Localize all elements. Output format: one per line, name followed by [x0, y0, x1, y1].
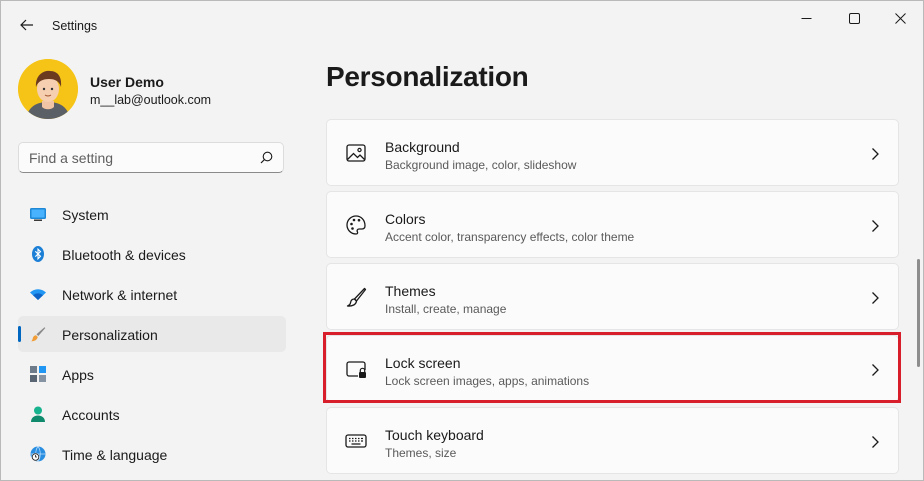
search-icon[interactable]: [260, 151, 273, 164]
lock-screen-card[interactable]: Lock screen Lock screen images, apps, an…: [326, 335, 899, 402]
themes-card[interactable]: Themes Install, create, manage: [326, 263, 899, 330]
back-button[interactable]: [15, 13, 39, 37]
card-title: Themes: [385, 283, 436, 299]
sidebar-item-system[interactable]: System: [18, 196, 286, 232]
sidebar-item-time-language[interactable]: Time & language: [18, 436, 286, 472]
sidebar-item-label: Network & internet: [62, 287, 178, 303]
apps-icon: [30, 366, 46, 382]
card-subtitle: Themes, size: [385, 446, 457, 460]
scrollbar[interactable]: [917, 259, 920, 367]
sidebar-item-network-internet[interactable]: Network & internet: [18, 276, 286, 312]
monitor-icon: [30, 208, 46, 221]
user-email: m__lab@outlook.com: [90, 93, 212, 107]
avatar[interactable]: [18, 59, 78, 119]
close-icon: [894, 12, 906, 24]
card-title: Background: [385, 139, 460, 155]
sidebar-item-personalization[interactable]: Personalization: [18, 316, 286, 352]
bluetooth-icon: [32, 246, 44, 262]
brush-icon: [346, 287, 367, 307]
card-subtitle: Install, create, manage: [385, 302, 507, 316]
card-subtitle: Background image, color, slideshow: [385, 158, 577, 172]
sidebar-item-label: System: [62, 207, 109, 223]
background-card[interactable]: Background Background image, color, slid…: [326, 119, 899, 186]
user-avatar-icon: [18, 59, 78, 119]
settings-window: Settings User Demo m__lab@outlook.com Sy…: [0, 0, 924, 481]
sidebar-item-label: Bluetooth & devices: [62, 247, 186, 263]
chevron-right-icon: [872, 436, 879, 448]
picture-icon: [346, 144, 366, 162]
user-name: User Demo: [90, 74, 164, 90]
chevron-right-icon: [872, 220, 879, 232]
paintbrush-icon: [31, 327, 46, 342]
card-title: Colors: [385, 211, 426, 227]
card-title: Lock screen: [385, 355, 461, 371]
sidebar-nav: System Bluetooth & devices Network & int…: [18, 196, 286, 476]
chevron-right-icon: [872, 148, 879, 160]
card-title: Touch keyboard: [385, 427, 484, 443]
search-box[interactable]: [18, 142, 284, 173]
close-button[interactable]: [877, 1, 923, 35]
sidebar-item-bluetooth-devices[interactable]: Bluetooth & devices: [18, 236, 286, 272]
maximize-button[interactable]: [831, 1, 877, 35]
colors-card[interactable]: Colors Accent color, transparency effect…: [326, 191, 899, 258]
sidebar-item-label: Personalization: [62, 327, 158, 343]
wifi-icon: [30, 289, 46, 300]
app-title: Settings: [52, 19, 98, 33]
minimize-icon: [801, 17, 811, 19]
globe-clock-icon: [30, 446, 46, 462]
palette-icon: [346, 215, 366, 235]
minimize-button[interactable]: [783, 1, 829, 35]
chevron-right-icon: [872, 364, 879, 376]
maximize-icon: [848, 12, 860, 24]
keyboard-icon: [345, 434, 367, 448]
sidebar-item-apps[interactable]: Apps: [18, 356, 286, 392]
sidebar-item-accounts[interactable]: Accounts: [18, 396, 286, 432]
search-input[interactable]: [19, 143, 259, 172]
chevron-right-icon: [872, 292, 879, 304]
sidebar-item-label: Time & language: [62, 447, 168, 463]
person-icon: [31, 406, 45, 422]
sidebar-item-label: Accounts: [62, 407, 120, 423]
card-subtitle: Lock screen images, apps, animations: [385, 374, 590, 388]
sidebar-item-label: Apps: [62, 367, 94, 383]
touch-keyboard-card[interactable]: Touch keyboard Themes, size: [326, 407, 899, 474]
lock-screen-icon: [346, 361, 366, 378]
back-arrow-icon: [20, 19, 33, 31]
page-title: Personalization: [326, 61, 529, 92]
card-subtitle: Accent color, transparency effects, colo…: [385, 230, 635, 244]
